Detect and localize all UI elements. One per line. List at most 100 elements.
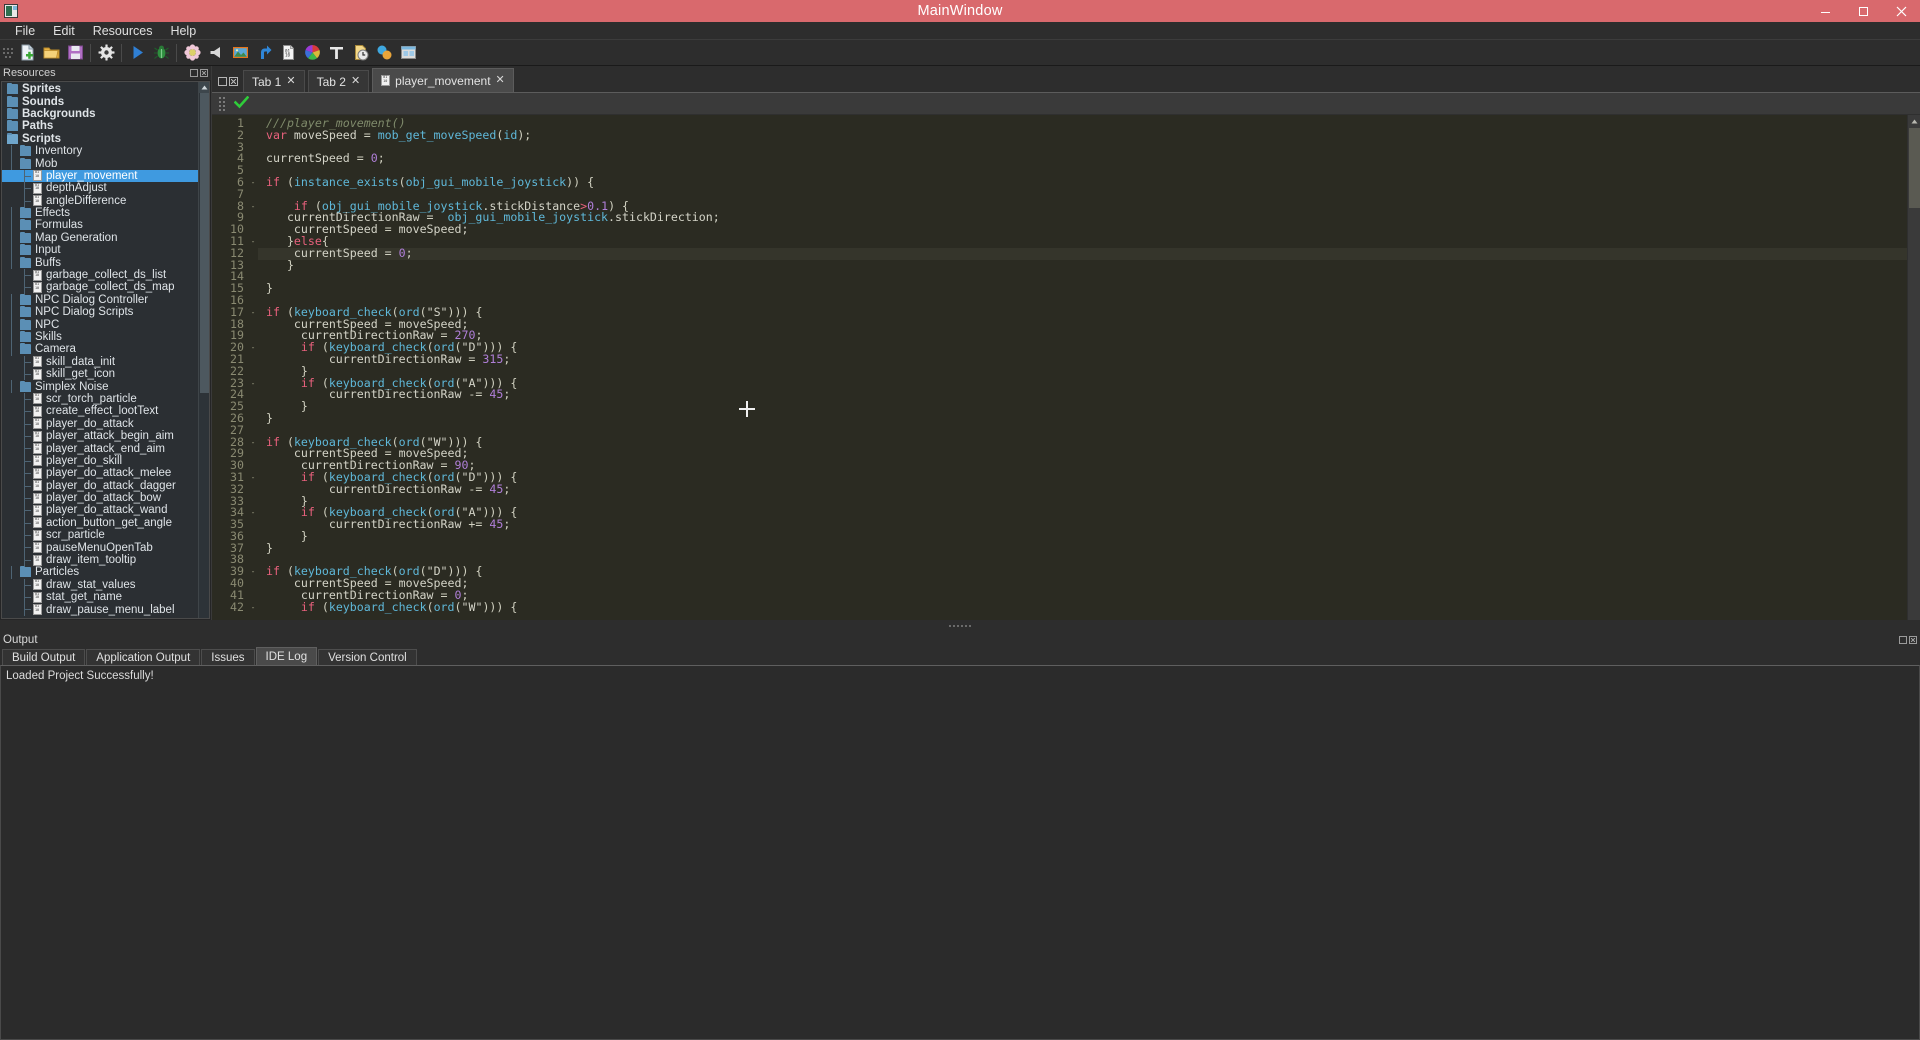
background-image-icon[interactable] bbox=[228, 41, 252, 65]
code-line[interactable] bbox=[258, 142, 1907, 154]
menu-item-resources[interactable]: Resources bbox=[84, 22, 162, 40]
tree-item-player-do-attack-melee[interactable]: player_do_attack_melee bbox=[2, 467, 198, 480]
tree-item-paths[interactable]: Paths bbox=[2, 120, 198, 132]
tree-item-player-do-skill[interactable]: player_do_skill bbox=[2, 454, 198, 468]
tree-item-player-do-attack-wand[interactable]: player_do_attack_wand bbox=[2, 504, 198, 517]
tree-item-scr-torch-particle[interactable]: scr_torch_particle bbox=[2, 392, 198, 406]
code-line[interactable]: } bbox=[258, 530, 1907, 543]
menu-item-edit[interactable]: Edit bbox=[44, 22, 84, 40]
code-line[interactable]: currentSpeed = moveSpeed; bbox=[258, 223, 1907, 236]
code-fold-toggle[interactable]: - bbox=[248, 566, 258, 578]
code-scroll-up-icon[interactable] bbox=[1908, 115, 1920, 128]
tab-close-icon[interactable]: ✕ bbox=[496, 75, 505, 86]
code-line[interactable]: } bbox=[258, 542, 1907, 555]
tree-item-sprites[interactable]: Sprites bbox=[2, 83, 198, 95]
editor-float-icon[interactable] bbox=[218, 77, 227, 86]
font-text-icon[interactable] bbox=[324, 41, 348, 65]
output-float-icon[interactable] bbox=[1899, 635, 1907, 644]
output-tab-issues[interactable]: Issues bbox=[201, 649, 255, 665]
code-line[interactable]: } bbox=[258, 412, 1907, 425]
tree-item-simplex-noise[interactable]: Simplex Noise bbox=[2, 380, 198, 393]
code-fold-toggle[interactable]: - bbox=[248, 602, 258, 614]
code-toolbar-grip[interactable] bbox=[218, 96, 226, 112]
tree-item-scr-particle[interactable]: scr_particle bbox=[2, 529, 198, 542]
code-line[interactable]: var moveSpeed = mob_get_moveSpeed(id); bbox=[258, 129, 1907, 142]
tree-item-inventory[interactable]: Inventory bbox=[2, 144, 198, 158]
code-line[interactable]: currentDirectionRaw = obj_gui_mobile_joy… bbox=[258, 211, 1907, 224]
tree-item-scripts[interactable]: Scripts bbox=[2, 132, 198, 145]
sprite-flower-icon[interactable] bbox=[180, 41, 204, 65]
tree-item-npc[interactable]: NPC bbox=[2, 318, 198, 331]
green-check-icon[interactable] bbox=[233, 95, 250, 112]
code-scroll-thumb[interactable] bbox=[1909, 128, 1920, 208]
code-line[interactable] bbox=[258, 554, 1907, 566]
code-line[interactable]: currentSpeed = moveSpeed; bbox=[258, 318, 1907, 331]
code-line[interactable]: if (keyboard_check(ord("W"))) { bbox=[258, 601, 1907, 614]
shader-color-icon[interactable] bbox=[300, 41, 324, 65]
code-fold-gutter[interactable]: - - - - - - - - - - - bbox=[248, 118, 258, 620]
minimize-button[interactable] bbox=[1806, 0, 1844, 22]
output-tab-build-output[interactable]: Build Output bbox=[2, 649, 86, 665]
code-fold-toggle[interactable]: - bbox=[248, 307, 258, 319]
tree-item-sounds[interactable]: Sounds bbox=[2, 95, 198, 108]
open-folder-icon[interactable] bbox=[39, 41, 63, 65]
code-line[interactable]: if (instance_exists(obj_gui_mobile_joyst… bbox=[258, 176, 1907, 189]
code-line[interactable]: if (keyboard_check(ord("W"))) { bbox=[258, 436, 1907, 449]
code-fold-toggle[interactable]: - bbox=[248, 201, 258, 213]
code-line[interactable]: currentSpeed = moveSpeed; bbox=[258, 447, 1907, 460]
tree-item-depthadjust[interactable]: depthAdjust bbox=[2, 182, 198, 195]
code-line[interactable]: } bbox=[258, 259, 1907, 272]
code-line[interactable]: currentSpeed = moveSpeed; bbox=[258, 577, 1907, 590]
debug-bug-icon[interactable] bbox=[149, 41, 173, 65]
tree-item-stat-get-name[interactable]: stat_get_name bbox=[2, 591, 198, 604]
code-line[interactable]: currentSpeed = 0; bbox=[258, 152, 1907, 165]
close-button[interactable] bbox=[1882, 0, 1920, 22]
code-fold-toggle[interactable]: - bbox=[248, 437, 258, 449]
resource-tree-scrollbar[interactable] bbox=[198, 82, 209, 618]
editor-tab-tab-1[interactable]: Tab 1 ✕ bbox=[243, 70, 305, 92]
code-fold-toggle[interactable]: - bbox=[248, 507, 258, 519]
save-floppy-icon[interactable] bbox=[63, 41, 87, 65]
object-box-icon[interactable] bbox=[372, 41, 396, 65]
output-tab-ide-log[interactable]: IDE Log bbox=[255, 647, 318, 665]
menu-item-file[interactable]: File bbox=[6, 22, 44, 40]
tree-item-draw-pause-menu-label[interactable]: draw_pause_menu_label bbox=[2, 603, 198, 616]
code-line[interactable]: currentDirectionRaw -= 45; bbox=[258, 388, 1907, 401]
tab-close-icon[interactable]: ✕ bbox=[351, 76, 360, 87]
panel-float-icon[interactable] bbox=[190, 69, 198, 77]
room-window-icon[interactable] bbox=[396, 41, 420, 65]
maximize-button[interactable] bbox=[1844, 0, 1882, 22]
tree-item-npc-dialog-controller[interactable]: NPC Dialog Controller bbox=[2, 293, 198, 307]
tree-item-skill-get-icon[interactable]: skill_get_icon bbox=[2, 367, 198, 381]
tree-item-pausemenuopentab[interactable]: pauseMenuOpenTab bbox=[2, 541, 198, 554]
tree-item-backgrounds[interactable]: Backgrounds bbox=[2, 107, 198, 120]
tree-item-player-do-attack-bow[interactable]: player_do_attack_bow bbox=[2, 491, 198, 505]
code-line[interactable]: if (keyboard_check(ord("S"))) { bbox=[258, 306, 1907, 319]
tab-close-icon[interactable]: ✕ bbox=[286, 76, 295, 87]
output-tab-application-output[interactable]: Application Output bbox=[86, 649, 201, 665]
tree-item-player-do-attack[interactable]: player_do_attack bbox=[2, 417, 198, 430]
tree-item-draw-stat-values[interactable]: draw_stat_values bbox=[2, 578, 198, 592]
code-line[interactable] bbox=[258, 271, 1907, 283]
editor-tab-tab-2[interactable]: Tab 2 ✕ bbox=[307, 70, 370, 92]
tree-item-create-effect-loottext[interactable]: create_effect_lootText bbox=[2, 405, 198, 418]
path-arrow-icon[interactable] bbox=[252, 41, 276, 65]
timeline-clock-icon[interactable] bbox=[348, 41, 372, 65]
tree-item-buffs[interactable]: Buffs bbox=[2, 256, 198, 269]
tree-item-camera[interactable]: Camera bbox=[2, 343, 198, 356]
tree-item-formulas[interactable]: Formulas bbox=[2, 219, 198, 232]
code-line[interactable]: } bbox=[258, 282, 1907, 295]
script-file-icon[interactable]: 01 10 bbox=[276, 41, 300, 65]
code-line[interactable]: if (keyboard_check(ord("D"))) { bbox=[258, 565, 1907, 578]
tree-item-garbage-collect-ds-list[interactable]: garbage_collect_ds_list bbox=[2, 268, 198, 282]
code-editor[interactable]: 1 2 3 4 5 6 7 8 9 10 11 12 13 14 15 16 17 18 19 20 21 22 23 24 2… bbox=[212, 115, 1920, 620]
code-line[interactable] bbox=[258, 425, 1907, 437]
code-fold-toggle[interactable]: - bbox=[248, 378, 258, 390]
tree-item-angledifference[interactable]: angleDifference bbox=[2, 194, 198, 207]
tree-item-skills[interactable]: Skills bbox=[2, 330, 198, 344]
code-fold-toggle[interactable]: - bbox=[248, 236, 258, 248]
code-line[interactable]: } bbox=[258, 400, 1907, 413]
new-file-icon[interactable] bbox=[15, 41, 39, 65]
code-fold-toggle[interactable]: - bbox=[248, 342, 258, 354]
horizontal-splitter[interactable] bbox=[0, 620, 1920, 632]
